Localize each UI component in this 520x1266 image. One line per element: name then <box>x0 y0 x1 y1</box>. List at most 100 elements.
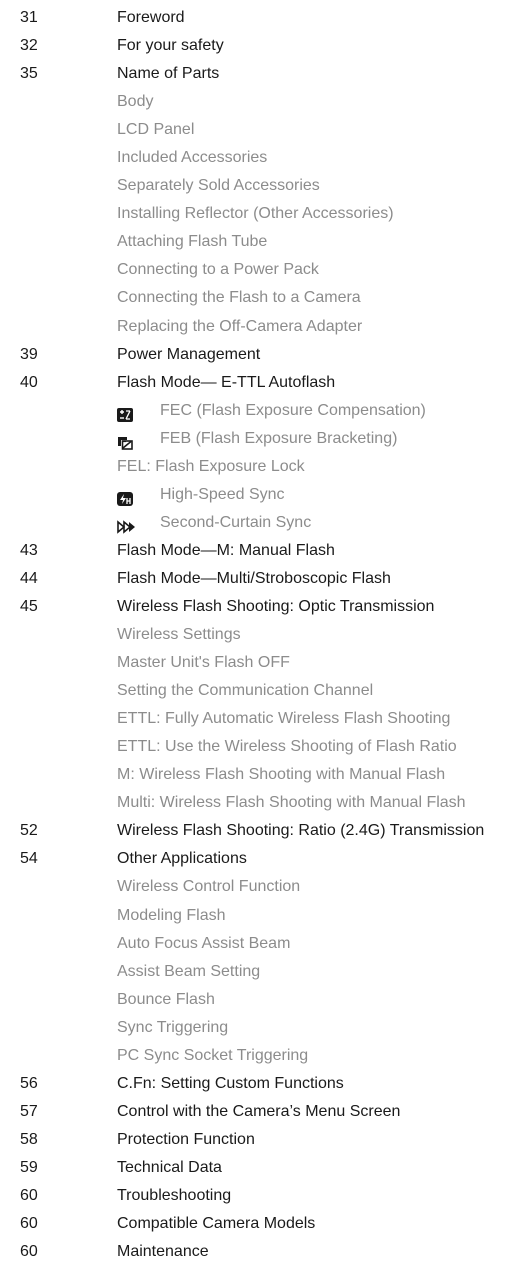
toc-subentry[interactable]: Attaching Flash Tube <box>0 228 520 256</box>
toc-title: Auto Focus Assist Beam <box>117 934 291 952</box>
toc-title: Other Applications <box>117 850 247 868</box>
high-speed-sync-icon <box>117 488 133 506</box>
toc-subentry[interactable]: Wireless Control Function <box>0 873 520 901</box>
toc-page-number: 60 <box>20 1186 38 1204</box>
toc-entry[interactable]: 45 Wireless Flash Shooting: Optic Transmi… <box>0 593 520 621</box>
toc-title: Wireless Control Function <box>117 878 301 896</box>
toc-title: Setting the Communication Channel <box>117 682 374 700</box>
toc-entry[interactable]: 60 Compatible Camera Models <box>0 1210 520 1238</box>
toc-page-number: 52 <box>20 822 38 840</box>
toc-subentry[interactable]: Included Accessories <box>0 144 520 172</box>
toc-title: Included Accessories <box>117 149 268 167</box>
toc-subentry[interactable]: Body <box>0 88 520 116</box>
toc-page-number: 43 <box>20 541 38 559</box>
toc-entry[interactable]: 60 Troubleshooting <box>0 1182 520 1210</box>
toc-title: High-Speed Sync <box>160 485 285 503</box>
toc-subentry[interactable]: ETTL: Use the Wireless Shooting of Flash… <box>0 733 520 761</box>
toc-subentry[interactable]: Assist Beam Setting <box>0 958 520 986</box>
toc-title: Master Unit's Flash OFF <box>117 654 290 672</box>
toc-title: M: Wireless Flash Shooting with Manual F… <box>117 766 446 784</box>
toc-subentry[interactable]: Connecting to a Power Pack <box>0 256 520 284</box>
table-of-contents: 31 Foreword 32 For your safety 35 Name of Par… <box>0 4 520 1266</box>
toc-entry[interactable]: 54 Other Applications <box>0 845 520 873</box>
toc-subentry[interactable]: High-Speed Sync <box>0 481 520 509</box>
toc-entry[interactable]: 39 Power Management <box>0 341 520 369</box>
toc-title: FEB (Flash Exposure Bracketing) <box>160 429 398 447</box>
toc-entry[interactable]: 44 Flash Mode—Multi/Stroboscopic Flash <box>0 565 520 593</box>
toc-title: Body <box>117 93 154 111</box>
toc-title: Connecting to a Power Pack <box>117 261 319 279</box>
toc-subentry[interactable]: Replacing the Off-Camera Adapter <box>0 313 520 341</box>
toc-title: Wireless Flash Shooting: Optic Transmiss… <box>117 597 435 615</box>
toc-title: LCD Panel <box>117 121 195 139</box>
second-curtain-sync-icon <box>117 516 135 534</box>
toc-page-number: 45 <box>20 597 38 615</box>
toc-title: Flash Mode—M: Manual Flash <box>117 541 335 559</box>
toc-page-number: 58 <box>20 1130 38 1148</box>
toc-subentry[interactable]: PC Sync Socket Triggering <box>0 1042 520 1070</box>
fec-icon <box>117 404 133 422</box>
toc-page-number: 40 <box>20 373 38 391</box>
toc-title: Wireless Settings <box>117 626 241 644</box>
toc-title: Flash Mode— E-TTL Autoflash <box>117 373 336 391</box>
toc-page-number: 32 <box>20 37 38 55</box>
toc-subentry[interactable]: FEB (Flash Exposure Bracketing) <box>0 425 520 453</box>
toc-entry[interactable]: 43 Flash Mode—M: Manual Flash <box>0 537 520 565</box>
toc-subentry[interactable]: M: Wireless Flash Shooting with Manual F… <box>0 761 520 789</box>
toc-title: Modeling Flash <box>117 906 226 924</box>
toc-entry[interactable]: 59 Technical Data <box>0 1154 520 1182</box>
toc-title: Second-Curtain Sync <box>160 513 312 531</box>
toc-subentry[interactable]: LCD Panel <box>0 116 520 144</box>
toc-subentry[interactable]: Second-Curtain Sync <box>0 509 520 537</box>
feb-icon <box>117 432 133 450</box>
toc-subentry[interactable]: Wireless Settings <box>0 621 520 649</box>
toc-title: Sync Triggering <box>117 1018 229 1036</box>
toc-title: Bounce Flash <box>117 990 215 1008</box>
toc-title: Troubleshooting <box>117 1186 232 1204</box>
toc-subentry[interactable]: FEC (Flash Exposure Compensation) <box>0 397 520 425</box>
toc-subentry[interactable]: Bounce Flash <box>0 986 520 1014</box>
toc-title: Foreword <box>117 9 185 26</box>
toc-page-number: 57 <box>20 1102 38 1120</box>
toc-title: For your safety <box>117 37 224 55</box>
toc-title: Name of Parts <box>117 65 220 83</box>
toc-entry[interactable]: 57 Control with the Camera’s Menu Screen <box>0 1098 520 1126</box>
toc-title: ETTL: Fully Automatic Wireless Flash Sho… <box>117 710 451 728</box>
toc-subentry[interactable]: Sync Triggering <box>0 1014 520 1042</box>
toc-subentry[interactable]: Setting the Communication Channel <box>0 677 520 705</box>
toc-subentry[interactable]: Connecting the Flash to a Camera <box>0 284 520 312</box>
toc-entry[interactable]: 40 Flash Mode— E-TTL Autoflash <box>0 369 520 397</box>
toc-subentry[interactable]: Multi: Wireless Flash Shooting with Manu… <box>0 789 520 817</box>
toc-page-number: 35 <box>20 65 38 83</box>
toc-page-number: 56 <box>20 1074 38 1092</box>
toc-subentry[interactable]: FEL: Flash Exposure Lock <box>0 453 520 481</box>
toc-page-number: 54 <box>20 850 38 868</box>
toc-subentry[interactable]: Master Unit's Flash OFF <box>0 649 520 677</box>
toc-title: Technical Data <box>117 1158 222 1176</box>
toc-title: C.Fn: Setting Custom Functions <box>117 1074 344 1092</box>
toc-title: PC Sync Socket Triggering <box>117 1046 309 1064</box>
toc-entry[interactable]: 32 For your safety <box>0 32 520 60</box>
toc-entry[interactable]: 52 Wireless Flash Shooting: Ratio (2.4G) … <box>0 817 520 845</box>
toc-subentry[interactable]: Modeling Flash <box>0 902 520 930</box>
toc-page-number: 60 <box>20 1215 38 1233</box>
toc-title: Assist Beam Setting <box>117 962 261 980</box>
toc-subentry[interactable]: Installing Reflector (Other Accessories) <box>0 200 520 228</box>
toc-title: Multi: Wireless Flash Shooting with Manu… <box>117 794 466 812</box>
toc-page-number: 59 <box>20 1158 38 1176</box>
toc-title: Control with the Camera’s Menu Screen <box>117 1102 401 1120</box>
toc-entry[interactable]: 56 C.Fn: Setting Custom Functions <box>0 1070 520 1098</box>
toc-page-number: 39 <box>20 345 38 363</box>
toc-entry[interactable]: 31 Foreword <box>0 4 520 32</box>
toc-title: Installing Reflector (Other Accessories) <box>117 205 394 223</box>
toc-subentry[interactable]: ETTL: Fully Automatic Wireless Flash Sho… <box>0 705 520 733</box>
toc-title: Wireless Flash Shooting: Ratio (2.4G) Tr… <box>117 822 485 840</box>
toc-entry[interactable]: 35 Name of Parts <box>0 60 520 88</box>
toc-title: FEL: Flash Exposure Lock <box>117 457 305 475</box>
toc-entry[interactable]: 58 Protection Function <box>0 1126 520 1154</box>
toc-title: Flash Mode—Multi/Stroboscopic Flash <box>117 569 391 587</box>
toc-subentry[interactable]: Separately Sold Accessories <box>0 172 520 200</box>
toc-title: Compatible Camera Models <box>117 1215 316 1233</box>
toc-subentry[interactable]: Auto Focus Assist Beam <box>0 930 520 958</box>
toc-title: Connecting the Flash to a Camera <box>117 289 361 307</box>
